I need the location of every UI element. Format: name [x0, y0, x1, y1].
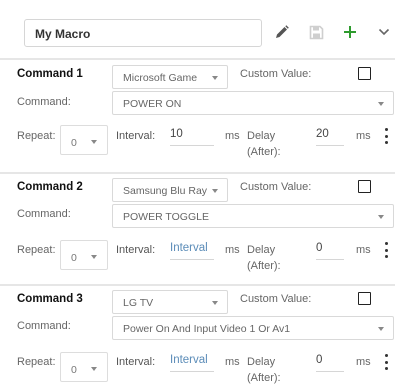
delay-unit: ms [356, 244, 371, 256]
command-select[interactable]: Power On And Input Video 1 Or Av1 [112, 316, 394, 340]
custom-value-checkbox[interactable] [358, 292, 371, 305]
command-title: Command 2 [17, 181, 83, 193]
custom-value-checkbox[interactable] [358, 180, 371, 193]
interval-label: Interval: [116, 356, 156, 368]
caret-down-icon [212, 301, 218, 305]
command-block: Command 1 Microsoft Game Custom Value: C… [0, 60, 395, 172]
interval-input[interactable]: Interval [170, 240, 214, 260]
command-label: Command: [17, 320, 71, 332]
caret-down-icon [378, 327, 384, 331]
device-select-value: Microsoft Game [123, 72, 198, 84]
caret-down-icon [91, 140, 97, 144]
command-block: Command 3 LG TV Custom Value: Command: P… [0, 286, 395, 387]
interval-input[interactable]: Interval [170, 352, 214, 372]
custom-value-label: Custom Value: [240, 293, 312, 305]
custom-value-label: Custom Value: [240, 68, 312, 80]
repeat-value: 0 [71, 137, 77, 149]
plus-icon[interactable] [340, 22, 360, 42]
command-select-value: Power On And Input Video 1 Or Av1 [123, 323, 291, 335]
delay-input[interactable]: 20 [316, 126, 344, 146]
delay-label: Delay [247, 130, 276, 142]
repeat-select[interactable]: 0 [60, 240, 108, 270]
more-options-icon[interactable] [383, 128, 389, 144]
caret-down-icon [91, 367, 97, 371]
caret-down-icon [212, 76, 218, 80]
command-select[interactable]: POWER ON [112, 91, 394, 115]
device-select-value: Samsung Blu Ray [123, 185, 208, 197]
more-options-icon[interactable] [383, 242, 389, 258]
command-label: Command: [17, 96, 71, 108]
device-select-value: LG TV [123, 297, 154, 309]
interval-input[interactable]: 10 [170, 126, 214, 146]
repeat-label: Repeat: [17, 356, 56, 368]
delay-after-label: (After): [247, 260, 281, 272]
repeat-label: Repeat: [17, 244, 56, 256]
delay-unit: ms [356, 130, 371, 142]
custom-value-checkbox[interactable] [358, 67, 371, 80]
interval-unit: ms [225, 130, 240, 142]
macro-name-field[interactable]: My Macro [24, 19, 262, 47]
custom-value-label: Custom Value: [240, 181, 312, 193]
save-icon[interactable] [306, 22, 326, 42]
command-title: Command 1 [17, 68, 83, 80]
interval-label: Interval: [116, 244, 156, 256]
command-select-value: POWER ON [123, 98, 182, 110]
interval-label: Interval: [116, 130, 156, 142]
interval-unit: ms [225, 356, 240, 368]
caret-down-icon [212, 189, 218, 193]
more-options-icon[interactable] [383, 354, 389, 370]
macro-header: My Macro [0, 0, 395, 58]
caret-down-icon [378, 102, 384, 106]
interval-unit: ms [225, 244, 240, 256]
repeat-select[interactable]: 0 [60, 352, 108, 382]
delay-input[interactable]: 0 [316, 352, 344, 372]
repeat-value: 0 [71, 252, 77, 264]
device-select[interactable]: Samsung Blu Ray [112, 178, 228, 202]
delay-input[interactable]: 0 [316, 240, 344, 260]
delay-after-label: (After): [247, 146, 281, 158]
command-block: Command 2 Samsung Blu Ray Custom Value: … [0, 174, 395, 284]
repeat-select[interactable]: 0 [60, 125, 108, 155]
pencil-icon[interactable] [272, 22, 292, 42]
command-select-value: POWER TOGGLE [123, 211, 209, 223]
delay-label: Delay [247, 244, 276, 256]
command-select[interactable]: POWER TOGGLE [112, 204, 394, 228]
delay-after-label: (After): [247, 372, 281, 384]
repeat-value: 0 [71, 364, 77, 376]
command-label: Command: [17, 208, 71, 220]
device-select[interactable]: LG TV [112, 290, 228, 314]
delay-unit: ms [356, 356, 371, 368]
caret-down-icon [91, 255, 97, 259]
chevron-down-icon[interactable] [374, 22, 394, 42]
delay-label: Delay [247, 356, 276, 368]
command-title: Command 3 [17, 293, 83, 305]
device-select[interactable]: Microsoft Game [112, 65, 228, 89]
caret-down-icon [378, 215, 384, 219]
repeat-label: Repeat: [17, 130, 56, 142]
